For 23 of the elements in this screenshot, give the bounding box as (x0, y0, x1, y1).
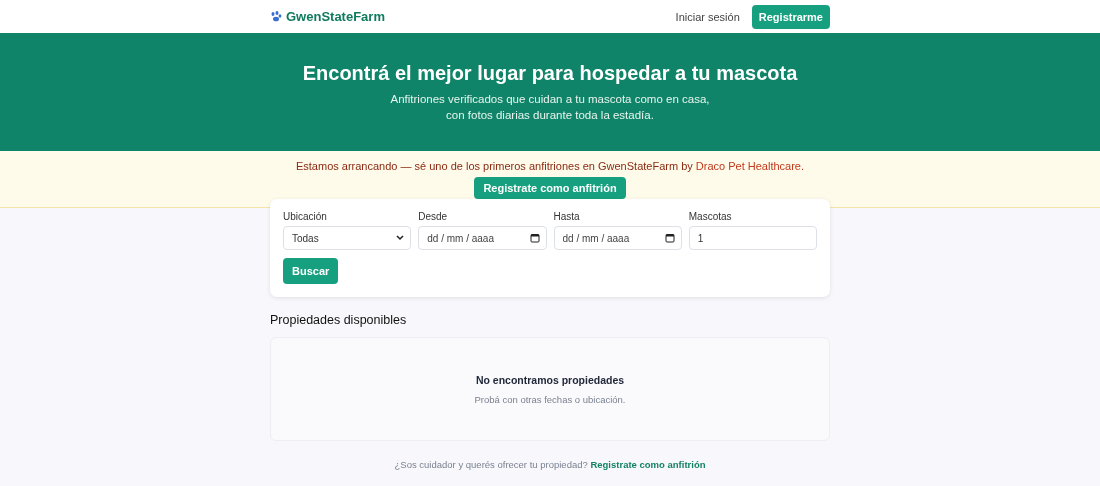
date-field[interactable]: dd / mm / aaaa (418, 226, 547, 250)
hero-title: Encontrá el mejor lugar para hospedar a tu mascota (302, 61, 798, 85)
host-register-link[interactable]: Registrate como anfitrión (590, 459, 706, 470)
calendar-icon (664, 233, 675, 243)
date-field[interactable]: dd / mm / aaaa (553, 226, 682, 250)
calendar-icon (529, 233, 540, 243)
empty-title: No encontramos propiedades (475, 373, 625, 386)
announcement-text: Estamos arrancando — sé uno de los primeros anfitriones en GwenStateFarm by Draco Pet Healthcare. (295, 160, 805, 172)
field-label: Desde (418, 211, 449, 222)
empty-hint: Probá con otras fechas o ubicación. (474, 393, 626, 405)
field-label: Mascotas (688, 211, 733, 222)
paw-icon (270, 11, 282, 22)
field-label: Hasta (553, 211, 581, 222)
field-label: Ubicación (283, 211, 328, 222)
pets-field[interactable]: 1 (688, 226, 817, 250)
section-title: Propiedades disponibles (270, 313, 408, 327)
location-select[interactable]: Todas (283, 226, 412, 250)
brand-name: GwenStateFarm (286, 9, 385, 24)
login-link[interactable]: Iniciar sesión (675, 10, 740, 23)
hero-subtitle: Anfitriones verificados que cuidan a tu mascota como en casa, con fotos diarias durante toda la estadía. (390, 91, 710, 123)
company-link[interactable]: Draco Pet Healthcare. (695, 160, 805, 172)
chevron-down-icon (396, 235, 405, 241)
footer-text: ¿Sos cuidador y querés ofrecer tu propiedad? Registrate como anfitrión (393, 459, 707, 470)
